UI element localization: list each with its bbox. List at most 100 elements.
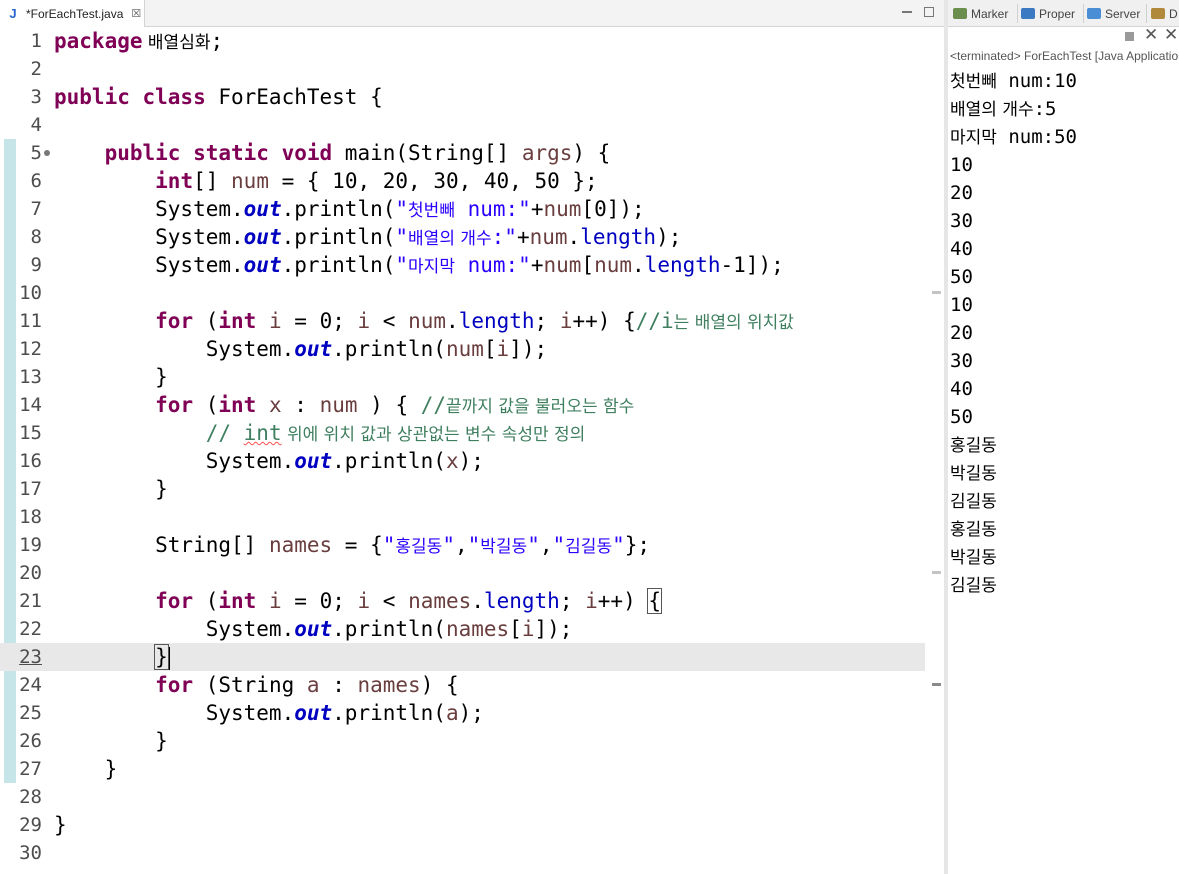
code-token: a (445, 701, 459, 725)
code-line[interactable]: 28 (0, 783, 925, 811)
console-output[interactable]: 첫번빼 num:10 배열의 개수:5 마지막 num:50 10 20 30 40 50 10… (950, 67, 1179, 599)
code-line[interactable]: 27 } (0, 755, 925, 783)
code-line[interactable]: 19 String[] names = {"홍길동","박길동","김길동"}; (0, 531, 925, 559)
terminate-icon[interactable] (1125, 32, 1134, 41)
console-output-line: 40 (950, 235, 1179, 263)
overview-ruler[interactable] (925, 27, 945, 874)
code-line[interactable]: 1 package 배열심화; (0, 27, 925, 55)
line-number: 12 (19, 338, 42, 360)
code-token: .println( (332, 701, 446, 725)
code-token: a (306, 673, 320, 697)
code-line[interactable]: 26 } (0, 727, 925, 755)
code-line[interactable]: 6 int[] num = { 10, 20, 30, 40, 50 }; (0, 167, 925, 195)
code-token: } (54, 729, 168, 753)
code-token: for (155, 309, 194, 333)
console-output-line: 30 (950, 207, 1179, 235)
minimize-button[interactable] (902, 7, 912, 17)
code-line[interactable]: 30 (0, 839, 925, 867)
editor-tab-foreachtest[interactable]: J *ForEachTest.java ☒ (0, 0, 145, 27)
code-line[interactable]: 16 System.out.println(x); (0, 447, 925, 475)
code-token: for (155, 393, 194, 417)
code-token: . (567, 225, 581, 249)
code-line[interactable]: 20 (0, 559, 925, 587)
code-token: package (54, 29, 143, 53)
code-token: System. (54, 617, 295, 641)
code-token: " (442, 533, 455, 557)
code-token: .println( (332, 449, 446, 473)
code-line[interactable]: 14 for (int x : num ) { //끝까지 값을 불러오는 함수 (0, 391, 925, 419)
line-number: 10 (19, 282, 42, 304)
code-line[interactable]: 25 System.out.println(a); (0, 699, 925, 727)
tab-data-source[interactable]: D (1151, 0, 1178, 27)
remove-all-launches-icon[interactable]: ✕ (1164, 25, 1178, 45)
code-line-text: System.out.println("마지막 num:"+num[num.le… (54, 251, 784, 281)
code-token: } (54, 477, 168, 501)
code-line[interactable]: 17 } (0, 475, 925, 503)
code-line[interactable]: 4 (0, 111, 925, 139)
code-token: // (420, 393, 447, 417)
tab-markers[interactable]: Marker (953, 0, 1008, 27)
code-token: names (445, 617, 510, 641)
code-line[interactable]: 12 System.out.println(num[i]); (0, 335, 925, 363)
code-line[interactable]: 18 (0, 503, 925, 531)
code-line[interactable]: 8 System.out.println("배열의 개수:"+num.lengt… (0, 223, 925, 251)
code-line-text: for (String a : names) { (54, 671, 458, 699)
code-line[interactable]: 5 public static void main(String[] args)… (0, 139, 925, 167)
code-token: . (446, 309, 459, 333)
code-line[interactable]: 23 } (0, 643, 925, 671)
remove-launch-icon[interactable]: ✕ (1144, 25, 1158, 45)
code-token: 50 (950, 266, 973, 288)
code-token: : (319, 673, 358, 697)
line-number: 17 (19, 478, 42, 500)
overview-mark[interactable] (932, 683, 941, 686)
overview-mark[interactable] (932, 291, 941, 294)
code-token: 배열심화 (142, 33, 211, 53)
code-token: out (294, 337, 333, 361)
code-line[interactable]: 29} (0, 811, 925, 839)
line-number: 3 (30, 86, 42, 108)
code-token: ) { (572, 141, 611, 165)
code-token: 20 (950, 322, 973, 344)
code-token: + (530, 197, 544, 221)
code-line[interactable]: 7 System.out.println("첫번빼 num:"+num[0]); (0, 195, 925, 223)
code-token: args (521, 141, 573, 165)
code-line[interactable]: 24 for (String a : names) { (0, 671, 925, 699)
code-line[interactable]: 2 (0, 55, 925, 83)
code-line[interactable]: 22 System.out.println(names[i]); (0, 615, 925, 643)
code-token: ; (534, 309, 560, 333)
code-token: num:" (454, 197, 531, 221)
line-number: 18 (19, 506, 42, 528)
tab-servers[interactable]: Server (1087, 0, 1140, 27)
code-token: names (408, 589, 472, 613)
code-line-text: for (int x : num ) { //끝까지 값을 불러오는 함수 (54, 391, 634, 421)
code-line[interactable]: 11 for (int i = 0; i < num.length; i++) … (0, 307, 925, 335)
code-token: } (54, 365, 168, 389)
code-line[interactable]: 21 for (int i = 0; i < names.length; i++… (0, 587, 925, 615)
code-token: for (155, 589, 194, 613)
code-line[interactable]: 9 System.out.println("마지막 num:"+num[num.… (0, 251, 925, 279)
code-token: num (543, 253, 582, 277)
code-token: int (218, 393, 257, 417)
console-pane: Marker Proper Server D ✕ ✕ <terminated> … (948, 0, 1179, 874)
code-line[interactable]: 13 } (0, 363, 925, 391)
code-token: : (281, 393, 320, 417)
tab-label: Marker (971, 6, 1009, 21)
code-token: 는 배열의 위치값 (673, 313, 794, 333)
overview-mark[interactable] (932, 571, 941, 574)
code-token: 박길동 (950, 464, 997, 484)
fold-toggle-icon[interactable] (44, 150, 50, 156)
code-line[interactable]: 3 public class ForEachTest { (0, 83, 925, 111)
code-line-text: for (int i = 0; i < num.length; i++) {//… (54, 307, 794, 337)
code-line[interactable]: 15 // int 위에 위치 값과 상관없는 변수 속성만 정의 (0, 419, 925, 447)
line-number: 30 (19, 842, 42, 864)
code-line-text: } (54, 475, 168, 503)
close-icon[interactable]: ☒ (131, 7, 141, 20)
code-token: i (357, 589, 371, 613)
maximize-button[interactable] (924, 7, 934, 17)
code-line[interactable]: 10 (0, 279, 925, 307)
code-area[interactable]: 1 package 배열심화; 2 3 public class ForEachTest… (0, 27, 925, 874)
code-token: ]); (509, 337, 548, 361)
tab-properties[interactable]: Proper (1021, 0, 1075, 27)
